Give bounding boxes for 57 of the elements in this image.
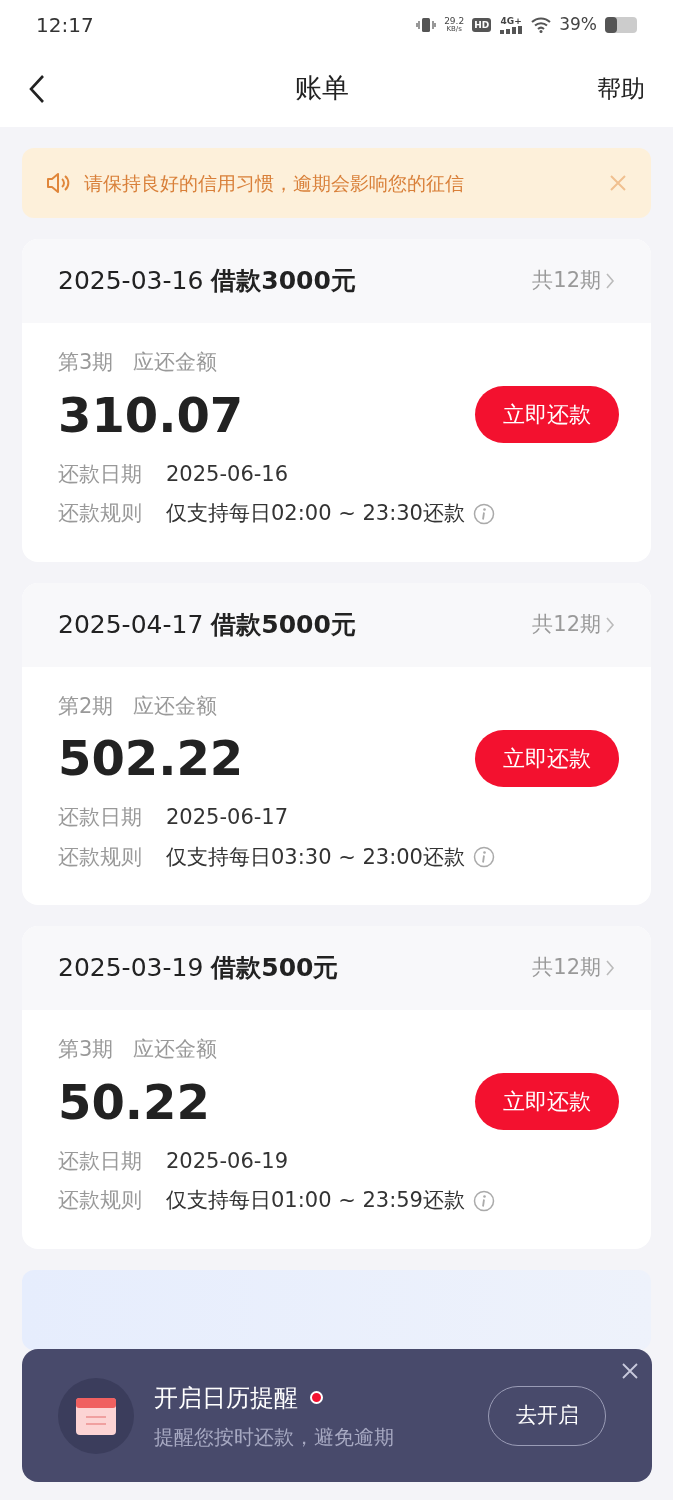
status-time: 12:17 [36, 12, 94, 39]
close-icon[interactable] [622, 1363, 638, 1379]
hd-badge: HD [472, 18, 492, 32]
due-label: 应还金额 [133, 349, 218, 376]
network-type: 4G+ [500, 16, 522, 26]
period-count: 共12期 [532, 954, 601, 982]
battery-icon [605, 17, 637, 33]
amount-due: 502.22 [58, 729, 244, 788]
card-header[interactable]: 2025-03-16 借款3000元 共12期 [22, 239, 651, 323]
amount-due: 50.22 [58, 1072, 210, 1132]
repay-rule: 仅支持每日02:00 ~ 23:30还款 [166, 500, 465, 527]
chevron-right-icon [605, 959, 615, 977]
repay-rule: 仅支持每日01:00 ~ 23:59还款 [166, 1187, 465, 1214]
repay-button[interactable]: 立即还款 [475, 729, 619, 787]
installment-label: 第3期 [58, 349, 114, 376]
due-label: 应还金额 [133, 692, 218, 720]
back-icon[interactable] [28, 73, 46, 104]
speaker-icon [46, 172, 72, 194]
card-header[interactable]: 2025-04-17 借款5000元 共12期 [22, 582, 651, 667]
date-label: 还款日期 [58, 460, 142, 488]
installment-label: 第3期 [58, 1036, 114, 1063]
rule-label: 还款规则 [58, 843, 142, 871]
chevron-right-icon [605, 272, 615, 290]
date-label: 还款日期 [58, 1147, 142, 1175]
loan-title: 2025-03-19 借款500元 [58, 952, 339, 985]
repay-button[interactable]: 立即还款 [475, 1073, 619, 1130]
period-count: 共12期 [532, 267, 601, 295]
due-label: 应还金额 [133, 1036, 218, 1063]
vibrate-icon [416, 17, 437, 33]
period-count: 共12期 [532, 610, 601, 638]
installment-label: 第2期 [58, 692, 114, 720]
date-label: 还款日期 [58, 804, 142, 831]
info-icon[interactable] [473, 1189, 495, 1212]
page-title: 账单 [294, 71, 349, 106]
calendar-icon [58, 1377, 134, 1454]
due-date: 2025-06-19 [166, 1147, 289, 1175]
rule-label: 还款规则 [58, 500, 142, 527]
battery-percent: 39% [559, 13, 597, 37]
repay-button[interactable]: 立即还款 [475, 386, 619, 443]
wifi-icon [531, 17, 552, 33]
due-date: 2025-06-16 [166, 460, 289, 488]
card-header[interactable]: 2025-03-19 借款500元 共12期 [22, 926, 651, 1010]
repay-rule: 仅支持每日03:30 ~ 23:00还款 [166, 843, 465, 871]
loan-title: 2025-03-16 借款3000元 [58, 265, 356, 298]
info-icon[interactable] [473, 846, 495, 869]
loan-title: 2025-04-17 借款5000元 [58, 608, 356, 641]
signal-icon [499, 25, 524, 34]
chevron-right-icon [605, 615, 615, 634]
notice-text: 请保持良好的信用习惯，逾期会影响您的征信 [84, 170, 465, 196]
reminder-subtitle: 提醒您按时还款，避免逾期 [154, 1423, 395, 1451]
rule-label: 还款规则 [58, 1187, 142, 1214]
help-link[interactable]: 帮助 [597, 70, 645, 107]
speed-value: 29.2 [444, 17, 465, 26]
due-date: 2025-06-17 [166, 804, 289, 831]
reminder-title: 开启日历提醒 [154, 1382, 298, 1414]
info-icon[interactable] [473, 502, 495, 525]
amount-due: 310.07 [58, 385, 244, 445]
